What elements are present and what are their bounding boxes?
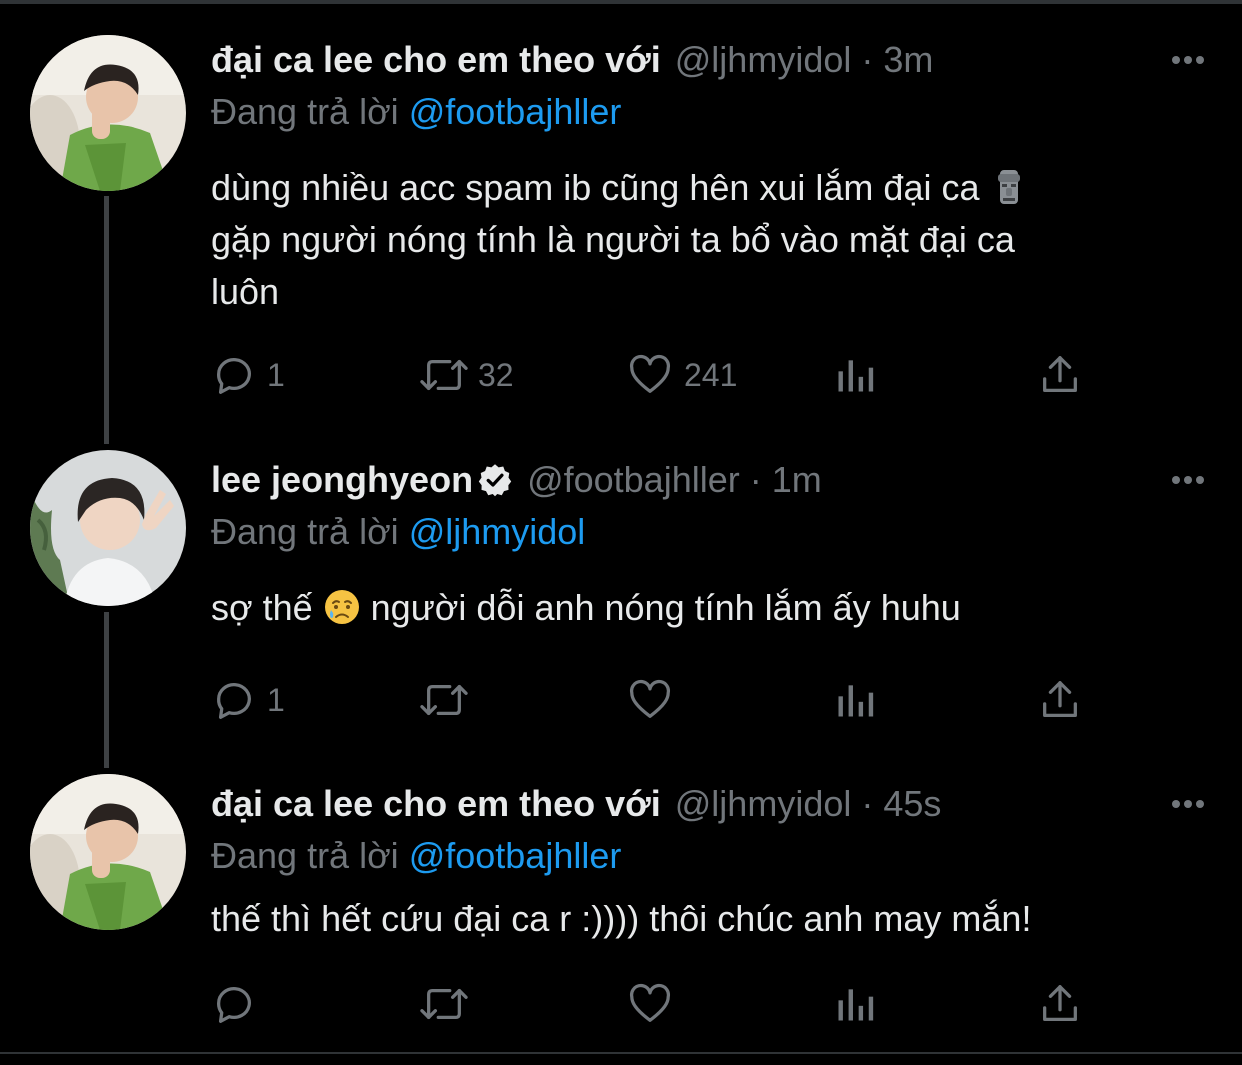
views-button[interactable] [833, 350, 877, 400]
analytics-icon [833, 981, 877, 1027]
analytics-icon [833, 677, 877, 723]
replying-prefix: Đang trả lời [211, 91, 409, 132]
handle[interactable]: @footbajhller [527, 459, 740, 501]
replying-to: Đang trả lời @footbajhller [211, 91, 621, 133]
reply-button[interactable] [211, 979, 257, 1029]
reply-icon [211, 352, 257, 398]
heart-icon [626, 981, 674, 1027]
share-icon [1037, 352, 1083, 398]
share-icon [1037, 677, 1083, 723]
handle[interactable]: @ljhmyidol [675, 783, 852, 825]
share-button[interactable] [1037, 979, 1083, 1029]
retweet-button[interactable] [416, 979, 472, 1029]
more-options-icon[interactable] [1168, 465, 1208, 495]
heart-icon [626, 677, 674, 723]
like-button[interactable] [626, 675, 674, 725]
display-name[interactable]: đại ca lee cho em theo với [211, 783, 661, 825]
retweet-button[interactable] [416, 675, 472, 725]
tweet-actions: 1 [211, 675, 1111, 725]
tweet-text: sợ thế người dỗi anh nóng tính lắm ấy hu… [211, 582, 1211, 634]
retweet-count: 32 [478, 356, 514, 393]
tweet-header: đại ca lee cho em theo với @ljhmyidol · … [211, 779, 941, 829]
avatar[interactable] [30, 35, 186, 191]
replying-prefix: Đang trả lời [211, 511, 409, 552]
reply-icon [211, 677, 257, 723]
timestamp[interactable]: 3m [883, 39, 933, 81]
display-name[interactable]: lee jeonghyeon [211, 459, 473, 501]
display-name[interactable]: đại ca lee cho em theo với [211, 39, 661, 81]
share-button[interactable] [1037, 675, 1083, 725]
replying-to: Đang trả lời @footbajhller [211, 835, 621, 877]
views-button[interactable] [833, 979, 877, 1029]
handle[interactable]: @ljhmyidol [675, 39, 852, 81]
reply-mention-link[interactable]: @ljhmyidol [409, 511, 586, 552]
thread-connector-line [104, 196, 109, 444]
share-button[interactable] [1037, 350, 1083, 400]
tweet-text-part: người dỗi anh nóng tính lắm ấy huhu [360, 587, 961, 628]
reply-button[interactable]: 1 [211, 675, 285, 725]
bottom-divider [0, 1052, 1242, 1054]
tweet-text-line: dùng nhiều acc spam ib cũng hên xui lắm … [211, 167, 980, 208]
separator-dot: · [861, 39, 874, 80]
avatar[interactable] [30, 450, 186, 606]
reply-count: 1 [267, 681, 285, 718]
verified-badge-icon[interactable] [477, 462, 513, 498]
share-icon [1037, 981, 1083, 1027]
heart-icon [626, 352, 674, 398]
tweet-header: đại ca lee cho em theo với @ljhmyidol · … [211, 35, 933, 85]
tweet-text-line: gặp người nóng tính là người ta bổ vào m… [211, 219, 1015, 260]
more-options-icon[interactable] [1168, 45, 1208, 75]
replying-to: Đang trả lời @ljhmyidol [211, 511, 585, 553]
timestamp[interactable]: 1m [772, 459, 822, 501]
reply-count: 1 [267, 356, 285, 393]
tweet-actions [211, 979, 1111, 1029]
tweet-actions: 1 32 241 [211, 350, 1111, 400]
retweet-icon [416, 352, 472, 398]
reply-mention-link[interactable]: @footbajhller [409, 91, 622, 132]
like-count: 241 [684, 356, 738, 393]
thread-connector-line [104, 612, 109, 768]
retweet-icon [416, 981, 472, 1027]
tweet-text: dùng nhiều acc spam ib cũng hên xui lắm … [211, 162, 1211, 318]
tweet-text-line: luôn [211, 271, 280, 312]
tweet-text-part: sợ thế [211, 587, 323, 628]
separator-dot: · [861, 783, 874, 824]
top-divider [0, 0, 1242, 4]
sad-but-relieved-face-icon [323, 588, 361, 626]
reply-icon [211, 981, 257, 1027]
more-options-icon[interactable] [1168, 789, 1208, 819]
retweet-icon [416, 677, 472, 723]
views-button[interactable] [833, 675, 877, 725]
like-button[interactable]: 241 [626, 350, 737, 400]
reply-mention-link[interactable]: @footbajhller [409, 835, 622, 876]
tweet-header: lee jeonghyeon @footbajhller · 1m [211, 455, 822, 505]
avatar[interactable] [30, 774, 186, 930]
analytics-icon [833, 352, 877, 398]
like-button[interactable] [626, 979, 674, 1029]
reply-button[interactable]: 1 [211, 350, 285, 400]
tweet-text: thế thì hết cứu đại ca r :)))) thôi chúc… [211, 898, 1032, 939]
moai-icon [990, 168, 1028, 206]
replying-prefix: Đang trả lời [211, 835, 409, 876]
separator-dot: · [749, 459, 762, 500]
timestamp[interactable]: 45s [883, 783, 941, 825]
retweet-button[interactable]: 32 [416, 350, 514, 400]
